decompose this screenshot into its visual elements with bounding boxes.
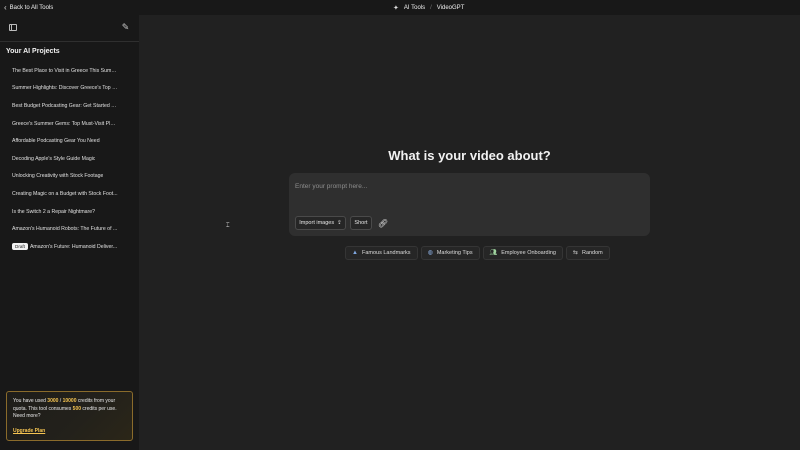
- list-item[interactable]: Best Budget Podcasting Gear: Get Started…: [0, 97, 139, 115]
- list-item[interactable]: Creating Magic on a Budget with Stock Fo…: [0, 185, 139, 203]
- breadcrumb-videogpt: VideoGPT: [436, 4, 465, 11]
- sparkle-icon: ✦: [393, 4, 399, 12]
- draft-badge: Draft: [12, 243, 28, 251]
- breadcrumb-ai-tools[interactable]: AI Tools: [404, 5, 425, 11]
- new-project-icon[interactable]: ✎: [121, 23, 130, 32]
- users-icon: 👥︎: [489, 250, 498, 256]
- import-images-label: Import images: [299, 220, 335, 226]
- suggestion-chips: ▲ Famous Landmarks ◍ Marketing Tips 👥︎ E…: [345, 246, 610, 260]
- credits-text-prefix: You have used: [13, 398, 48, 404]
- list-item[interactable]: The Best Place to Visit in Greece This S…: [0, 62, 139, 80]
- list-item[interactable]: Unlocking Creativity with Stock Footage: [0, 168, 139, 186]
- breadcrumb-separator: /: [430, 4, 432, 11]
- credits-per-use: 500: [72, 405, 82, 412]
- sidebar-toggle-icon[interactable]: [9, 24, 17, 31]
- list-item[interactable]: Greece's Summer Gems: Top Must-Visit Pla…: [0, 115, 139, 133]
- list-item[interactable]: Summer Highlights: Discover Greece's Top…: [0, 80, 139, 98]
- divider: [0, 41, 139, 42]
- link-icon[interactable]: 🔗︎: [376, 216, 390, 230]
- mouse-cursor-icon: ⌶: [226, 223, 230, 229]
- short-label: Short: [354, 220, 368, 226]
- page-title: What is your video about?: [388, 148, 551, 163]
- sidebar-toolbar: ✎: [0, 15, 139, 41]
- breadcrumb: ✦ AI Tools / VideoGPT: [393, 0, 464, 15]
- suggestion-marketing-tips[interactable]: ◍ Marketing Tips: [420, 246, 480, 260]
- upload-icon: ⇪: [337, 220, 342, 226]
- back-label: Back to All Tools: [9, 4, 54, 11]
- credits-used: 3000: [47, 398, 59, 404]
- suggestion-famous-landmarks[interactable]: ▲ Famous Landmarks: [345, 246, 418, 260]
- shuffle-icon: ⇆: [572, 250, 578, 256]
- credits-panel: You have used 3000 / 10000 credits from …: [6, 391, 133, 441]
- list-item[interactable]: Affordable Podcasting Gear You Need: [0, 132, 139, 150]
- list-item[interactable]: Amazon's Humanoid Robots: The Future of …: [0, 220, 139, 238]
- sidebar: ✎ Your AI Projects The Best Place to Vis…: [0, 15, 139, 450]
- chevron-left-icon: ‹: [4, 2, 7, 12]
- globe-icon: ◍: [427, 250, 433, 256]
- suggestion-random[interactable]: ⇆ Random: [565, 246, 610, 260]
- import-images-button[interactable]: Import images ⇪: [295, 216, 346, 230]
- prompt-box: Import images ⇪ Short 🔗︎: [289, 173, 650, 236]
- list-item[interactable]: Is the Switch 2 a Repair Nightmare?: [0, 203, 139, 221]
- short-button[interactable]: Short: [350, 216, 372, 230]
- landscape-icon: ▲: [352, 250, 358, 256]
- top-bar: ‹ Back to All Tools ✦ AI Tools / VideoGP…: [0, 0, 800, 15]
- list-item[interactable]: Draft Amazon's Future: Humanoid Deliver.…: [0, 238, 139, 256]
- credits-total: 10000: [62, 398, 77, 404]
- projects-heading: Your AI Projects: [6, 48, 60, 55]
- suggestion-employee-onboarding[interactable]: 👥︎ Employee Onboarding: [482, 246, 563, 260]
- prompt-input[interactable]: [295, 179, 635, 193]
- back-to-all-tools-link[interactable]: ‹ Back to All Tools: [4, 0, 53, 15]
- upgrade-plan-link[interactable]: Upgrade Plan: [13, 428, 45, 436]
- list-item[interactable]: Decoding Apple's Style Guide Magic: [0, 150, 139, 168]
- project-list: The Best Place to Visit in Greece This S…: [0, 62, 139, 256]
